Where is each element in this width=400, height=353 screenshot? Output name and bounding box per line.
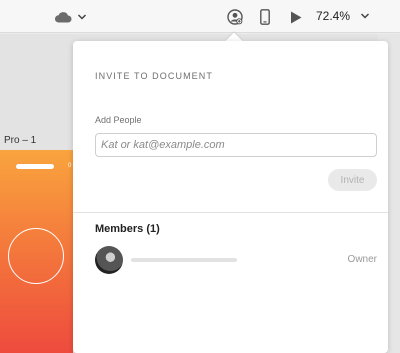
chevron-down-icon <box>77 13 86 20</box>
play-button[interactable] <box>289 9 303 25</box>
artboard-circle-shape <box>8 228 64 284</box>
member-name-placeholder <box>131 258 237 262</box>
divider <box>73 212 388 213</box>
share-button[interactable] <box>226 8 244 26</box>
members-heading: Members (1) <box>95 223 160 235</box>
artboard-status-pill <box>16 164 54 169</box>
invite-button[interactable]: Invite <box>328 169 377 191</box>
artboard[interactable]: 0 <box>0 150 73 353</box>
artboard-label[interactable]: Pro – 1 <box>4 135 36 146</box>
device-preview-button[interactable] <box>258 8 272 26</box>
member-role: Owner <box>347 254 377 265</box>
zoom-level[interactable]: 72.4% <box>316 9 350 23</box>
invite-email-input[interactable] <box>95 133 377 157</box>
avatar <box>95 246 123 274</box>
play-icon <box>291 11 302 23</box>
cloud-icon <box>54 11 71 22</box>
phone-icon <box>260 9 270 25</box>
zoom-dropdown-button[interactable] <box>359 10 371 22</box>
toolbar: 72.4% <box>0 0 400 33</box>
cloud-dropdown[interactable] <box>52 9 88 24</box>
member-row: Owner <box>95 246 377 274</box>
popover-title: INVITE TO DOCUMENT <box>95 71 213 81</box>
user-share-icon <box>227 9 243 25</box>
chevron-down-icon <box>360 13 370 19</box>
add-people-label: Add People <box>95 115 142 125</box>
invite-popover: INVITE TO DOCUMENT Add People Invite Mem… <box>73 41 388 353</box>
artboard-text: 0 <box>68 163 72 169</box>
